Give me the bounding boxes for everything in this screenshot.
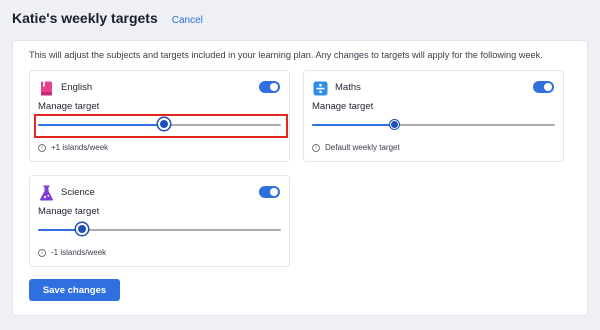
subject-name: English (61, 82, 93, 93)
cancel-link[interactable]: Cancel (172, 15, 203, 26)
subject-card-english: English Manage target i +1 islands/week (29, 70, 290, 162)
target-info: i +1 islands/week (38, 143, 108, 152)
subject-card-maths: Maths Manage target i Default weekly tar… (303, 70, 564, 162)
info-icon: i (312, 143, 320, 152)
english-toggle[interactable] (259, 81, 280, 93)
header: Katie's weekly targets Cancel (12, 10, 203, 26)
slider-thumb[interactable] (390, 120, 400, 129)
intro-text: This will adjust the subjects and target… (29, 50, 543, 60)
maths-toggle[interactable] (533, 81, 554, 93)
target-info-text: -1 islands/week (51, 248, 107, 257)
toggle-knob (544, 83, 552, 91)
info-icon: i (38, 248, 46, 257)
target-info-text: +1 islands/week (51, 143, 109, 152)
targets-panel: This will adjust the subjects and target… (12, 40, 588, 316)
science-target-slider[interactable] (38, 223, 281, 236)
subject-name: Maths (335, 82, 361, 93)
target-info-text: Default weekly target (325, 143, 400, 152)
manage-target-label: Manage target (38, 101, 100, 112)
slider-thumb[interactable] (158, 118, 171, 130)
english-target-slider[interactable] (38, 118, 281, 131)
manage-target-label: Manage target (38, 206, 100, 217)
toggle-knob (270, 83, 278, 91)
target-info: i Default weekly target (312, 143, 400, 152)
flask-icon (38, 185, 54, 201)
subject-name: Science (61, 187, 95, 198)
science-toggle[interactable] (259, 186, 280, 198)
target-info: i -1 islands/week (38, 248, 106, 257)
info-icon: i (38, 143, 46, 152)
slider-fill (38, 124, 165, 126)
maths-target-slider[interactable] (312, 119, 555, 131)
manage-target-label: Manage target (312, 101, 374, 112)
page-title: Katie's weekly targets (12, 10, 158, 26)
subject-card-science: Science Manage target i -1 islands/week (29, 175, 290, 267)
toggle-knob (270, 188, 278, 196)
book-icon (38, 80, 54, 96)
save-button[interactable]: Save changes (29, 279, 120, 301)
division-icon (312, 80, 328, 96)
slider-fill (312, 124, 395, 126)
slider-thumb[interactable] (75, 223, 88, 235)
